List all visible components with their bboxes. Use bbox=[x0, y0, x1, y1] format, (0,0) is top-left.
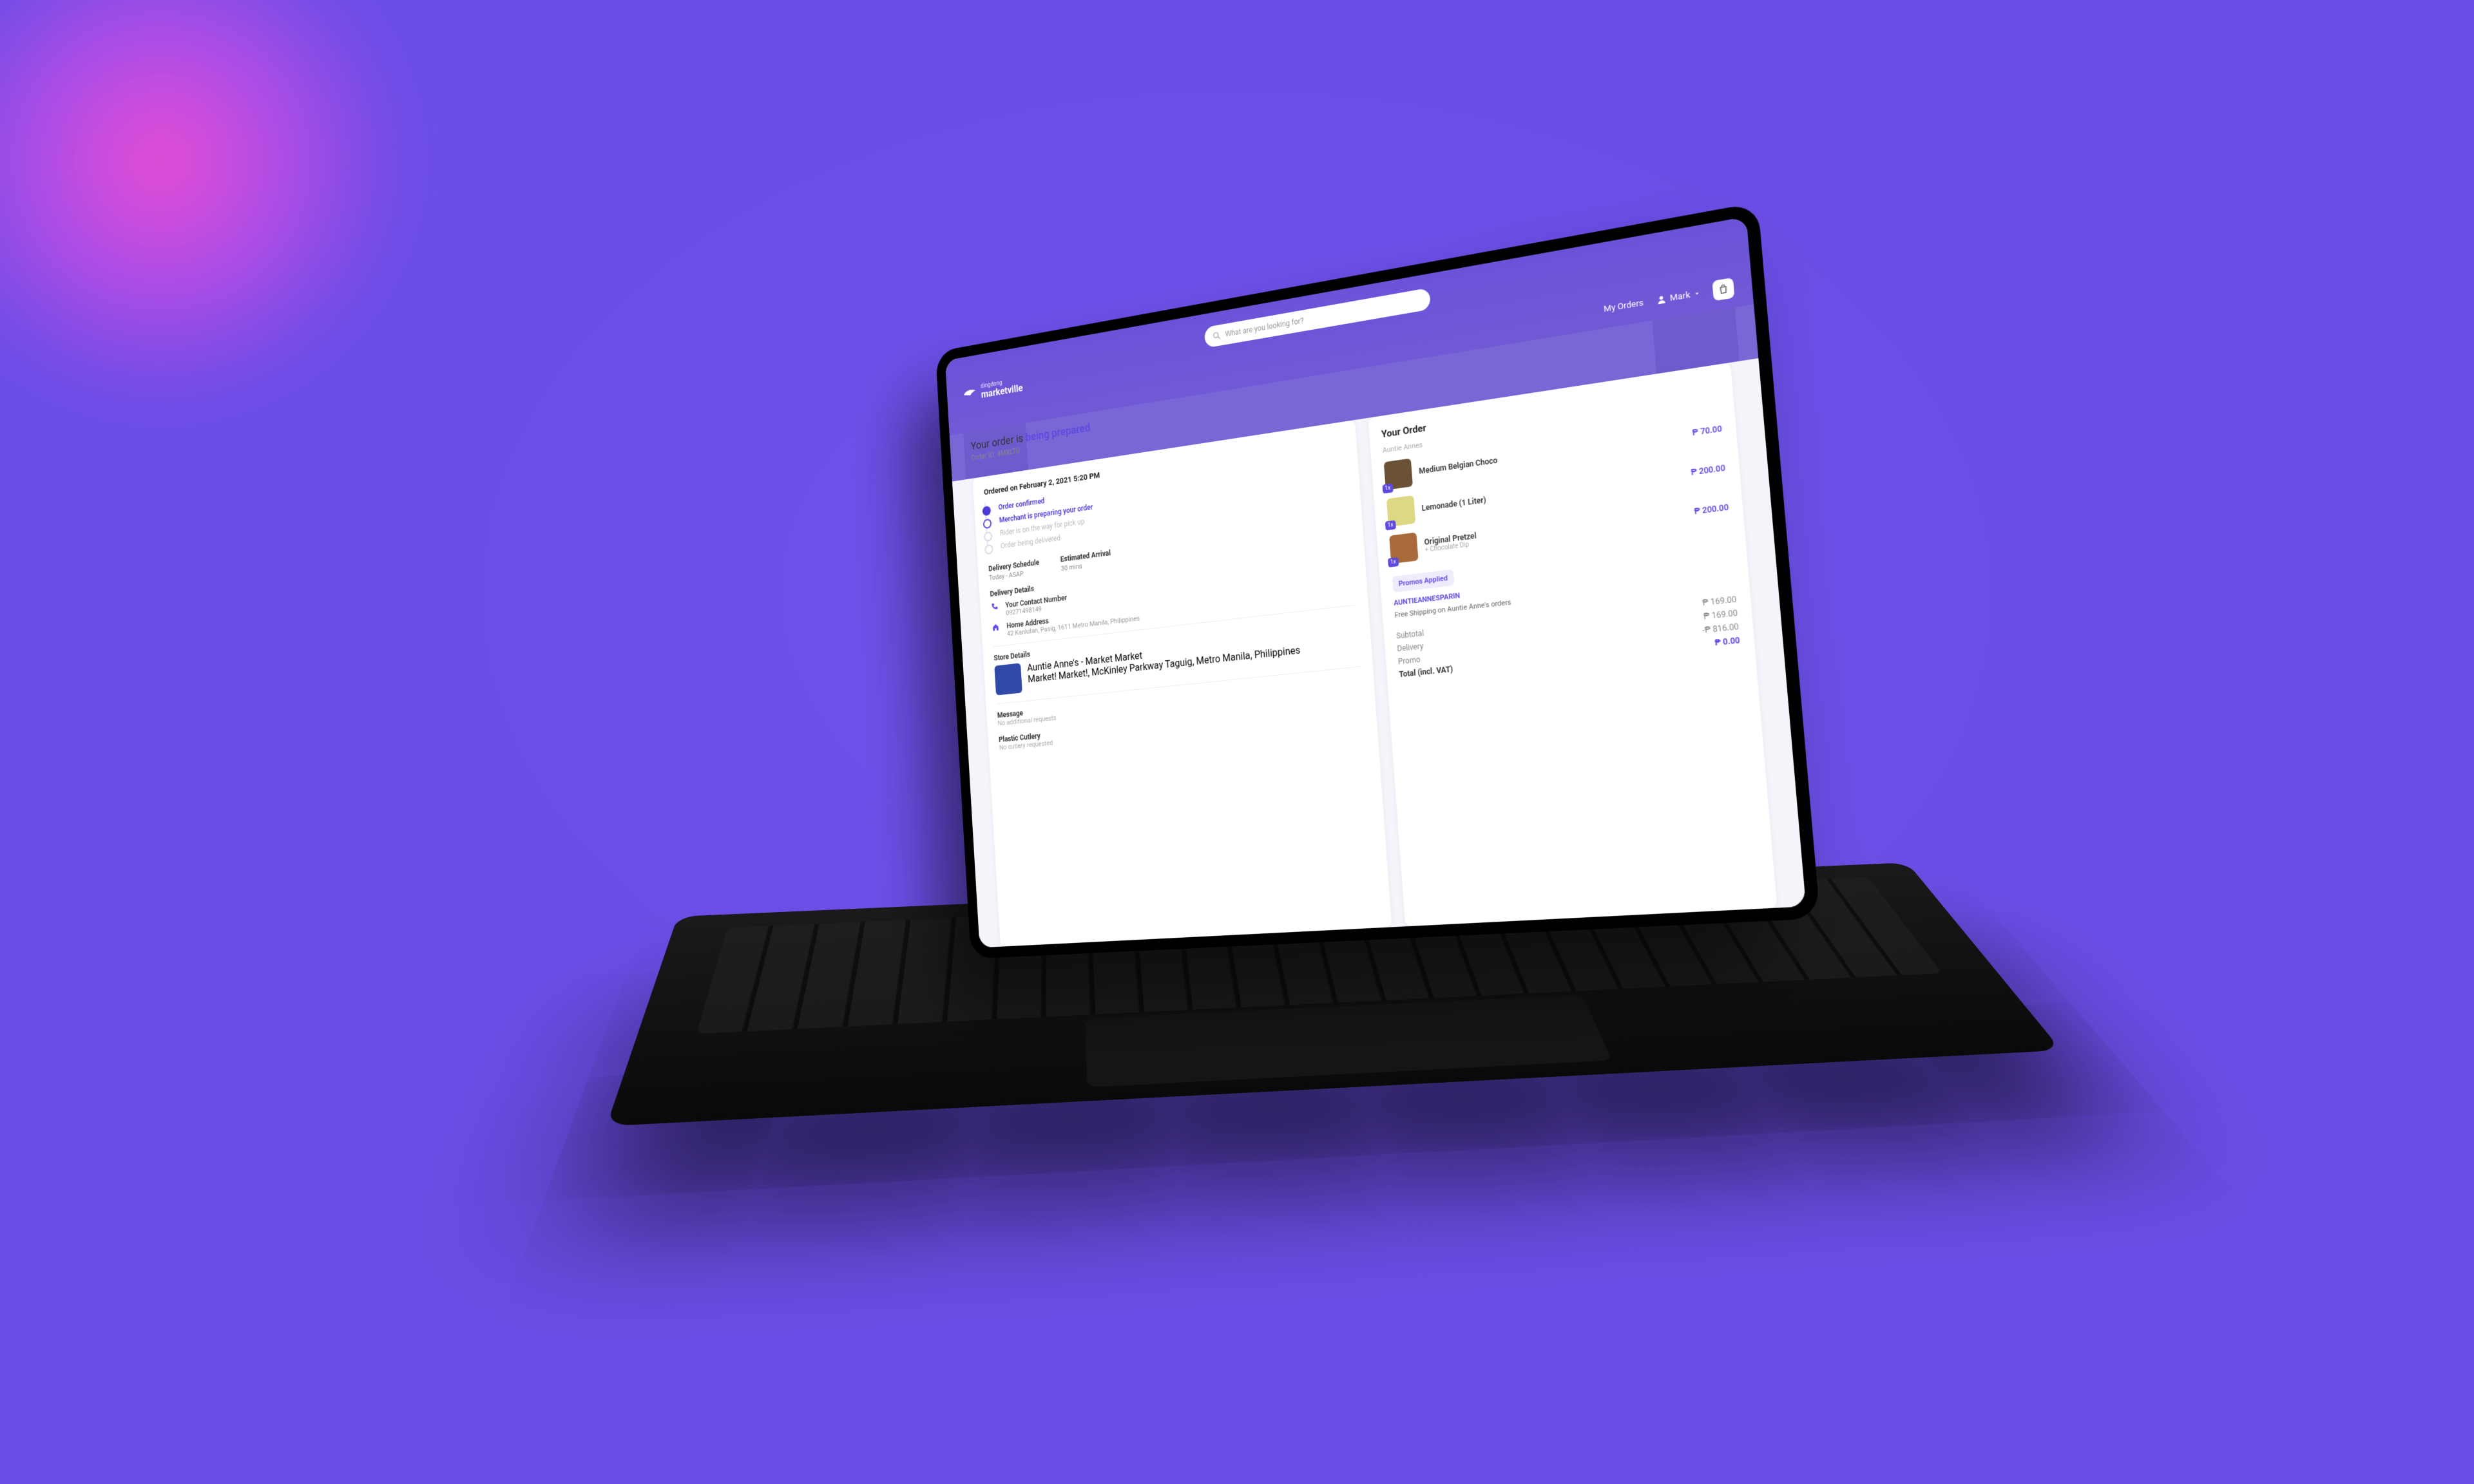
tablet-device: dingdong marketville What are you lookin… bbox=[935, 202, 1820, 959]
search-input[interactable]: What are you looking for? bbox=[1204, 288, 1431, 348]
delivery-cost-value: ₱ 169.00 bbox=[1703, 608, 1738, 621]
search-icon bbox=[1213, 331, 1221, 341]
order-progress-card: Ordered on February 2, 2021 5:20 PM Orde… bbox=[973, 420, 1392, 947]
total-value: ₱ 0.00 bbox=[1714, 636, 1741, 648]
your-order-card: Your Order Auntie Annes 1xMedium Belgian… bbox=[1368, 363, 1777, 926]
bird-logo-icon bbox=[962, 385, 977, 403]
order-item-thumb: 1x bbox=[1389, 532, 1418, 564]
my-orders-link[interactable]: My Orders bbox=[1604, 298, 1644, 314]
chevron-down-icon bbox=[1693, 290, 1701, 298]
subtotal-value: ₱ 169.00 bbox=[1702, 595, 1737, 608]
promo-cost-value: -₱ 816.00 bbox=[1702, 622, 1740, 635]
order-item-price: ₱ 200.00 bbox=[1694, 502, 1729, 516]
search-placeholder: What are you looking for? bbox=[1225, 316, 1304, 339]
user-menu[interactable]: Mark bbox=[1655, 288, 1701, 306]
user-icon bbox=[1655, 294, 1667, 306]
order-item-qty: 1x bbox=[1385, 520, 1396, 531]
total-label: Total (incl. VAT) bbox=[1399, 665, 1453, 679]
promo-cost-label: Promo bbox=[1398, 655, 1421, 667]
store-logo bbox=[994, 663, 1022, 695]
delivery-cost-label: Delivery bbox=[1397, 642, 1423, 653]
order-item-thumb: 1x bbox=[1386, 495, 1415, 527]
order-item-thumb: 1x bbox=[1383, 459, 1412, 490]
order-item-price: ₱ 70.00 bbox=[1692, 424, 1722, 437]
home-icon bbox=[992, 622, 1002, 634]
order-item-price: ₱ 200.00 bbox=[1691, 463, 1726, 477]
cart-button[interactable] bbox=[1712, 278, 1734, 301]
order-item-qty: 1x bbox=[1382, 483, 1394, 493]
brand-logo[interactable]: dingdong marketville bbox=[962, 377, 1023, 403]
bag-icon bbox=[1718, 283, 1730, 296]
promos-applied-chip: Promos Applied bbox=[1392, 569, 1454, 593]
subtotal-label: Subtotal bbox=[1396, 629, 1424, 641]
order-item-qty: 1x bbox=[1388, 557, 1399, 567]
phone-icon bbox=[990, 602, 1001, 613]
